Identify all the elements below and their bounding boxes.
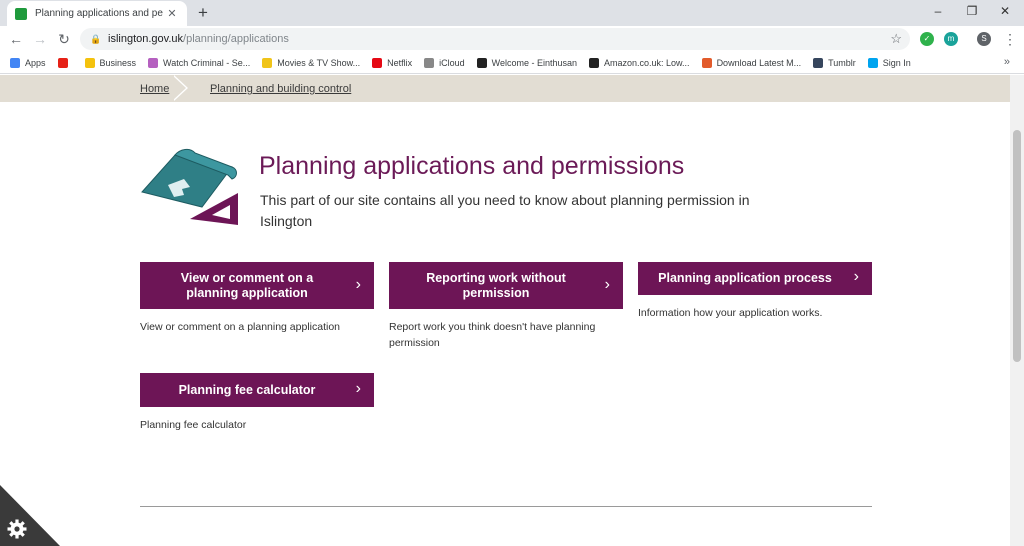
m-extension-icon[interactable]: m xyxy=(944,32,958,46)
lock-icon: 🔒 xyxy=(90,33,102,44)
netflix-icon xyxy=(372,57,383,68)
bookmark-item[interactable]: Apps xyxy=(10,57,46,68)
forward-button[interactable]: → xyxy=(30,30,50,48)
page-scrollbar[interactable] xyxy=(1010,75,1024,546)
profile-avatar[interactable]: S xyxy=(977,32,991,46)
bookmark-item[interactable]: Business xyxy=(84,57,137,68)
shield-extension-icon[interactable]: ✓ xyxy=(920,32,934,46)
bookmark-item[interactable]: Download Latest M... xyxy=(701,57,802,68)
section-divider xyxy=(140,506,872,507)
play-icon xyxy=(148,57,159,68)
intro-text: This part of our site contains all you n… xyxy=(260,192,750,229)
tab-title: Planning applications and perm xyxy=(35,8,163,19)
reload-button[interactable]: ↻ xyxy=(54,30,74,48)
bookmark-item[interactable]: Movies & TV Show... xyxy=(262,57,361,68)
planning-application-process-button[interactable]: Planning application process › xyxy=(638,262,872,295)
bookmark-label: iCloud xyxy=(439,57,465,68)
breadcrumb: Home Planning and building control xyxy=(0,75,1010,102)
back-button[interactable]: ← xyxy=(6,30,26,48)
button-label: Reporting work without permission xyxy=(426,270,566,300)
bookmarks-overflow-button[interactable]: » xyxy=(1004,56,1010,68)
breadcrumb-home-link[interactable]: Home xyxy=(140,83,169,95)
address-bar[interactable]: 🔒 islington.gov.uk/planning/applications… xyxy=(80,28,910,50)
amazon-icon xyxy=(589,57,600,68)
microsoft-icon xyxy=(867,57,878,68)
card-description: Planning fee calculator xyxy=(140,419,247,431)
bookmark-label: Tumblr xyxy=(828,57,856,68)
browser-tab[interactable]: Planning applications and perm ✕ xyxy=(7,1,187,26)
bookmark-item[interactable]: Watch Criminal - Se... xyxy=(148,57,251,68)
button-label: Planning application process xyxy=(658,271,832,285)
card-description: Report work you think doesn't have plann… xyxy=(389,321,596,349)
folder-icon xyxy=(84,57,95,68)
chevron-right-icon: › xyxy=(355,380,361,397)
bookmark-label: Amazon.co.uk: Low... xyxy=(604,57,690,68)
bookmarks-bar: Apps Business Watch Criminal - Se... Movies… xyxy=(0,52,1024,74)
bookmark-label: Sign In xyxy=(882,57,911,68)
page-title: Planning applications and permissions xyxy=(259,152,685,180)
einthusan-icon xyxy=(476,57,487,68)
breadcrumb-planning-link[interactable]: Planning and building control xyxy=(210,83,351,95)
bookmark-label: Download Latest M... xyxy=(716,57,802,68)
blueprint-set-square-icon xyxy=(141,148,238,225)
chevron-right-icon: › xyxy=(604,276,610,293)
card-description: View or comment on a planning applicatio… xyxy=(140,321,341,333)
report-work-without-permission-button[interactable]: Reporting work without permission › xyxy=(389,262,623,309)
bookmark-label: Movies & TV Show... xyxy=(277,57,361,68)
chevron-right-icon: › xyxy=(355,276,361,293)
button-label: View or comment on a planning applicatio… xyxy=(180,270,314,300)
scrollbar-thumb[interactable] xyxy=(1013,130,1021,362)
browser-toolbar: ← → ↻ 🔒 islington.gov.uk/planning/applic… xyxy=(0,26,1024,52)
url-host: islington.gov.uk xyxy=(108,33,184,45)
gear-icon xyxy=(7,519,27,539)
close-tab-icon[interactable]: ✕ xyxy=(165,7,179,20)
bookmark-star-icon[interactable]: ☆ xyxy=(890,31,902,47)
bookmark-item[interactable]: Sign In xyxy=(867,57,911,68)
planning-fee-calculator-button[interactable]: Planning fee calculator › xyxy=(140,373,374,407)
youtube-icon xyxy=(57,57,68,68)
breadcrumb-separator-fill xyxy=(172,75,186,101)
bookmark-label: Watch Criminal - Se... xyxy=(163,57,251,68)
bookmark-item[interactable]: Netflix xyxy=(372,57,413,68)
chevron-right-icon: › xyxy=(853,268,859,285)
new-tab-button[interactable]: + xyxy=(193,3,213,23)
button-label: Planning fee calculator xyxy=(178,382,316,397)
minimize-window-button[interactable]: – xyxy=(922,0,954,24)
bookmark-item[interactable]: Welcome - Einthusan xyxy=(476,57,578,68)
bookmark-label: Welcome - Einthusan xyxy=(491,57,578,68)
bookmark-item[interactable]: Amazon.co.uk: Low... xyxy=(589,57,690,68)
restore-window-button[interactable]: ❐ xyxy=(956,0,988,24)
play-circle-icon xyxy=(262,57,273,68)
cookie-settings-button[interactable] xyxy=(0,485,60,546)
bookmark-item[interactable] xyxy=(57,57,73,68)
bookmark-label: Netflix xyxy=(387,57,413,68)
menu-kebab-icon[interactable]: ⋮ xyxy=(1000,30,1020,48)
g-icon xyxy=(701,57,712,68)
apps-grid-icon xyxy=(10,57,20,68)
site-favicon-icon xyxy=(15,7,27,20)
view-comment-planning-button[interactable]: View or comment on a planning applicatio… xyxy=(140,262,374,309)
tumblr-icon xyxy=(813,57,824,68)
close-window-button[interactable]: ✕ xyxy=(989,0,1021,24)
bookmark-item[interactable]: iCloud xyxy=(424,57,465,68)
browser-tab-strip: Planning applications and perm ✕ + – ❐ ✕ xyxy=(0,0,1024,26)
bookmark-label: Apps xyxy=(25,57,46,68)
url-path: /planning/applications xyxy=(183,33,289,45)
card-description: Information how your application works. xyxy=(638,307,823,319)
page-viewport: Home Planning and building control Plann… xyxy=(0,75,1010,546)
apple-icon xyxy=(424,57,435,68)
bookmark-item[interactable]: Tumblr xyxy=(813,57,856,68)
bookmark-label: Business xyxy=(99,57,137,68)
